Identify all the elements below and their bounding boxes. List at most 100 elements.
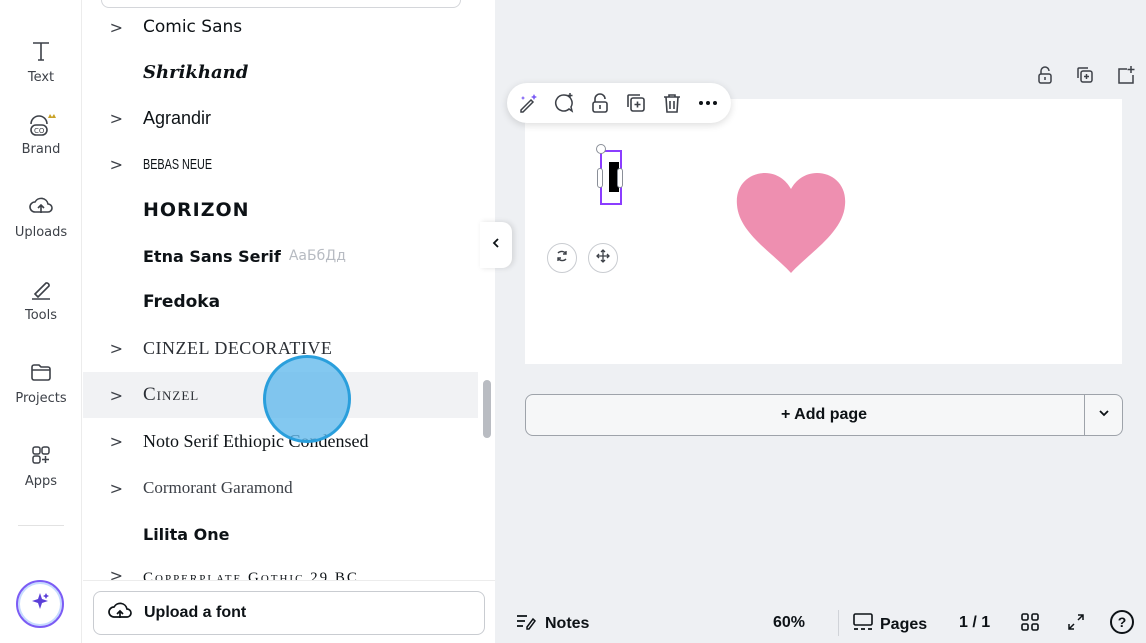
rail-item-text[interactable]: Text: [0, 38, 82, 85]
rail-item-apps[interactable]: Apps: [0, 442, 82, 489]
rail-label-uploads: Uploads: [14, 225, 68, 240]
font-sample: АаБбДд: [288, 248, 346, 264]
font-row-fredoka[interactable]: Fredoka: [83, 279, 478, 325]
notes-label: Notes: [545, 614, 590, 632]
chevron-left-icon: [490, 236, 502, 255]
rail-item-uploads[interactable]: Uploads: [0, 193, 82, 240]
rail-label-projects: Projects: [15, 391, 67, 406]
resize-handle-right[interactable]: [617, 168, 623, 188]
sparkle-icon: [28, 590, 52, 619]
resize-handle-left[interactable]: [597, 168, 603, 188]
font-row-copperplate[interactable]: > Copperplate Gothic 29 BC: [83, 558, 478, 580]
rail-item-tools[interactable]: Tools: [0, 276, 82, 323]
element-toolbar: [507, 83, 731, 123]
grid-view-icon[interactable]: [1020, 612, 1040, 637]
tools-icon: [0, 276, 82, 304]
move-icon: [595, 248, 611, 269]
text-icon: [0, 38, 82, 66]
chevron-right-icon[interactable]: >: [83, 18, 143, 37]
upload-font-button[interactable]: Upload a font: [93, 591, 485, 635]
font-row-etna-sans-serif[interactable]: Etna Sans Serif АаБбДд: [83, 233, 478, 279]
font-row-agrandir[interactable]: > Agrandir: [83, 95, 478, 141]
brand-icon: CO: [0, 110, 82, 138]
touch-indicator: [263, 355, 351, 443]
font-panel-scrollbar[interactable]: [483, 380, 491, 438]
font-row-lilita-one[interactable]: Lilita One: [83, 511, 478, 557]
pages-button[interactable]: Pages: [852, 612, 927, 637]
magic-button[interactable]: [16, 580, 64, 628]
bottom-divider: [838, 610, 839, 636]
bottom-bar: Notes 60% Pages 1 / 1 ?: [495, 602, 1146, 643]
selected-element[interactable]: [596, 144, 623, 205]
rotate-button[interactable]: [547, 243, 577, 273]
add-page-button[interactable]: + Add page: [525, 394, 1123, 436]
magic-edit-icon[interactable]: [515, 90, 541, 116]
add-page-menu-button[interactable]: [1084, 395, 1122, 435]
font-name: HORIZON: [143, 199, 250, 221]
apps-icon: [0, 442, 82, 470]
chevron-right-icon[interactable]: >: [83, 432, 143, 451]
chevron-right-icon[interactable]: >: [83, 339, 143, 358]
notes-icon: [515, 612, 537, 635]
chevron-right-icon[interactable]: >: [83, 558, 143, 580]
upload-font-label: Upload a font: [144, 604, 247, 621]
page-count[interactable]: 1 / 1: [959, 614, 990, 632]
collapse-panel-button[interactable]: [480, 222, 512, 268]
font-name: Etna Sans Serif: [143, 246, 281, 266]
font-row-cormorant-garamond[interactable]: > Cormorant Garamond: [83, 465, 478, 511]
font-row-shrikhand[interactable]: Shrikhand: [83, 49, 478, 95]
editor-workspace: + Add page Notes 60% Pages 1 / 1 ?: [495, 0, 1146, 643]
upload-font-bar: Upload a font: [83, 580, 495, 643]
rotate-handle[interactable]: [596, 144, 606, 154]
uploads-icon: [0, 193, 82, 221]
chevron-right-icon[interactable]: >: [83, 109, 143, 128]
cloud-upload-icon: [108, 600, 132, 627]
duplicate-icon[interactable]: [623, 90, 649, 116]
font-name: Cinzel: [143, 384, 200, 405]
pages-label: Pages: [880, 615, 928, 633]
folder-icon: [0, 359, 82, 387]
help-button[interactable]: ?: [1110, 610, 1134, 634]
font-name: Fredoka: [143, 292, 221, 312]
lock-page-icon[interactable]: [1034, 64, 1056, 86]
more-options-icon[interactable]: [695, 90, 721, 116]
font-panel: > Comic Sans Shrikhand > Agrandir > BEBA…: [83, 0, 495, 643]
duplicate-page-icon[interactable]: [1074, 64, 1096, 86]
font-name: Comic Sans: [143, 17, 243, 37]
add-page-label: + Add page: [780, 406, 868, 423]
rail-label-tools: Tools: [24, 308, 58, 323]
font-row-bebas-neue[interactable]: > BEBAS NEUE: [83, 141, 478, 187]
zoom-level[interactable]: 60%: [773, 614, 805, 632]
rail-item-brand[interactable]: CO Brand: [0, 110, 82, 157]
add-comment-icon[interactable]: [551, 90, 577, 116]
rotate-icon: [554, 248, 570, 269]
chevron-down-icon: [1097, 406, 1111, 425]
font-name: Agrandir: [143, 107, 212, 128]
svg-text:CO: CO: [34, 127, 45, 135]
font-name: Shrikhand: [143, 61, 249, 83]
lock-icon[interactable]: [587, 90, 613, 116]
rail-label-text: Text: [27, 70, 55, 85]
side-rail: Text CO Brand Uploads Tools Projects App…: [0, 0, 82, 643]
chevron-right-icon[interactable]: >: [83, 479, 143, 498]
chevron-right-icon[interactable]: >: [83, 155, 143, 174]
pages-icon: [852, 612, 874, 637]
fullscreen-icon[interactable]: [1066, 612, 1086, 637]
font-row-comic-sans[interactable]: > Comic Sans: [83, 4, 478, 50]
help-icon: ?: [1117, 614, 1127, 630]
delete-icon[interactable]: [659, 90, 685, 116]
add-page-icon[interactable]: [1114, 64, 1136, 86]
font-name: BEBAS NEUE: [143, 155, 213, 173]
font-name: Lilita One: [143, 524, 230, 544]
rail-label-apps: Apps: [24, 474, 58, 489]
page-tools: [1034, 64, 1136, 86]
rail-item-projects[interactable]: Projects: [0, 359, 82, 406]
rail-label-brand: Brand: [21, 142, 61, 157]
font-name: Copperplate Gothic 29 BC: [143, 570, 359, 580]
design-page[interactable]: [525, 99, 1122, 364]
font-row-horizon[interactable]: HORIZON: [83, 187, 478, 233]
heart-shape[interactable]: [733, 171, 849, 275]
notes-button[interactable]: Notes: [515, 612, 589, 635]
move-button[interactable]: [588, 243, 618, 273]
chevron-right-icon[interactable]: >: [83, 386, 143, 405]
